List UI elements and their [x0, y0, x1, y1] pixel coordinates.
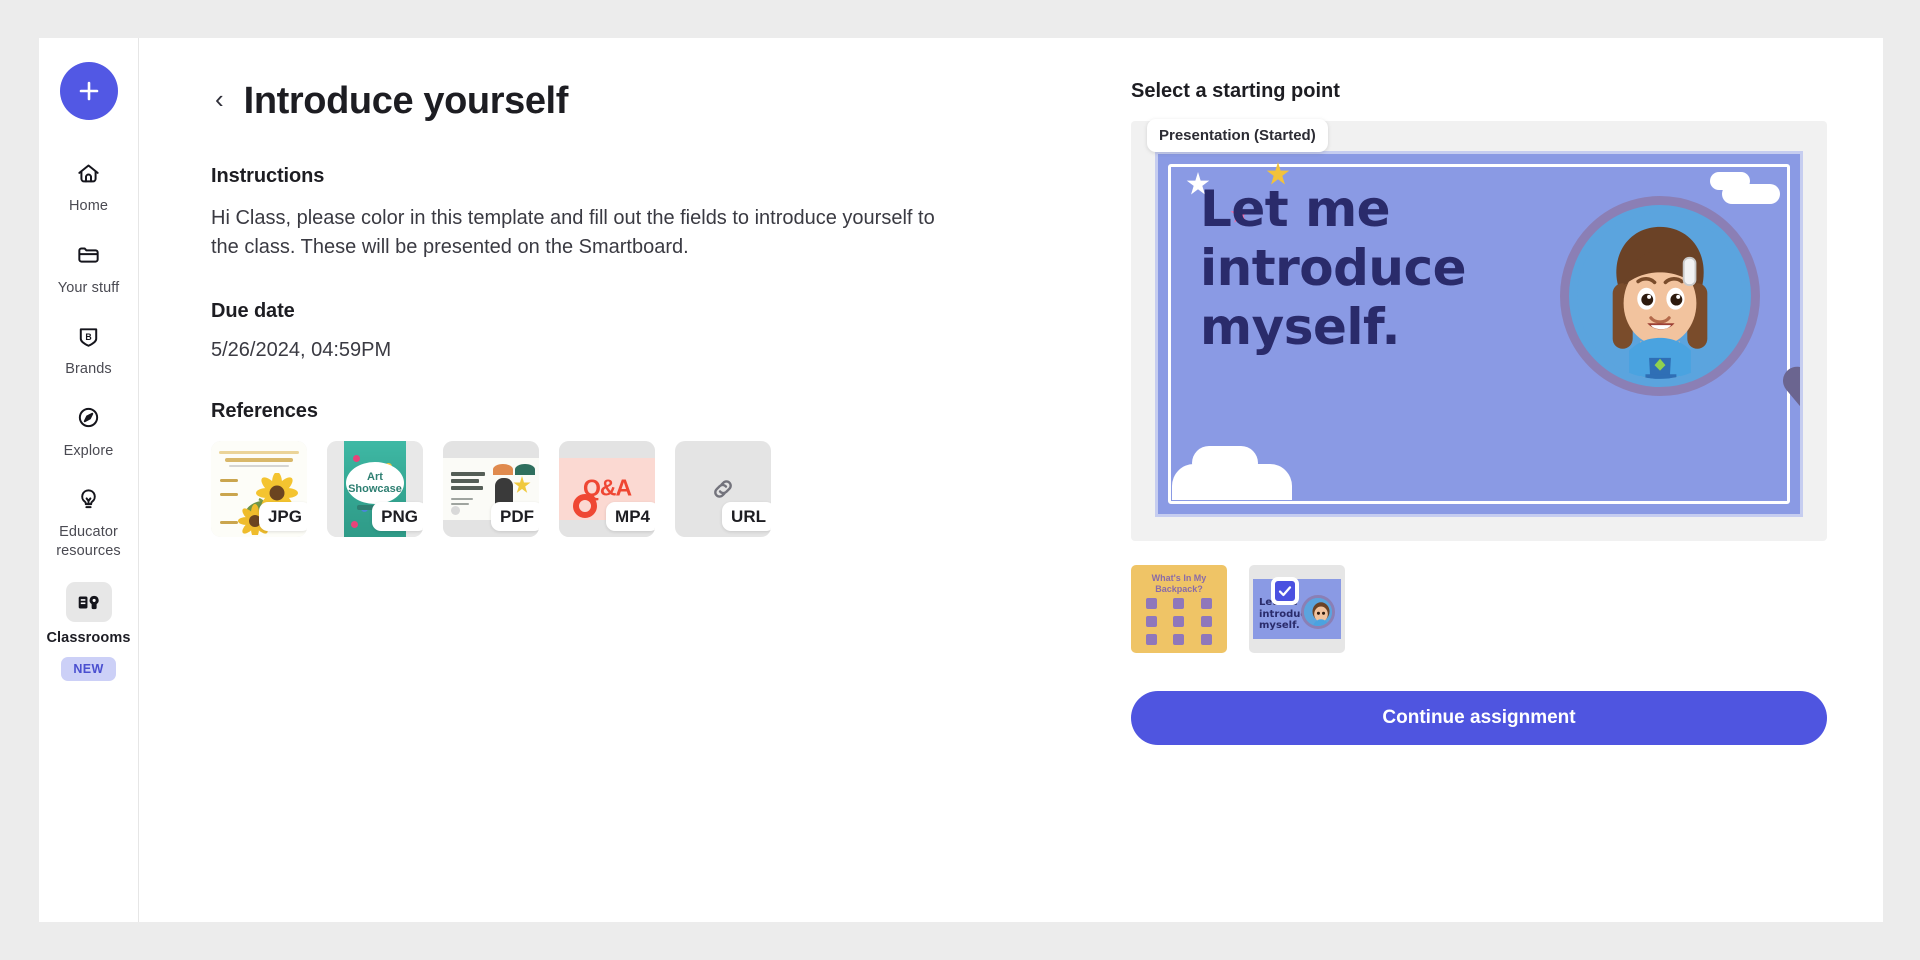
sidebar-item-explore[interactable]: Explore — [43, 395, 135, 463]
sidebar-item-home[interactable]: Home — [43, 150, 135, 218]
plus-icon — [79, 81, 98, 101]
slide-thumbnail-title: What's In My Backpack? — [1151, 573, 1207, 594]
magnifier-illustration — [1560, 196, 1800, 470]
brand-shield-icon: B — [68, 319, 110, 353]
cloud-decor-2 — [1710, 172, 1750, 190]
reference-type-label: PDF — [491, 502, 539, 531]
sidebar-item-your-stuff[interactable]: Your stuff — [43, 232, 135, 300]
create-button[interactable] — [59, 62, 118, 120]
png-thumbnail-title: Art Showcase — [348, 471, 402, 496]
home-icon — [68, 156, 110, 190]
sidebar: Home Your stuff B Brands Explore Educato… — [39, 38, 139, 922]
slide-preview-container: Presentation (Started) Let me introduce … — [1131, 119, 1827, 541]
cloud-decor-4 — [1192, 446, 1258, 480]
sidebar-item-label: Educator resources — [56, 524, 121, 559]
reference-card-mp4[interactable]: Q&A MP4 — [559, 441, 655, 537]
continue-assignment-button[interactable]: Continue assignment — [1131, 691, 1827, 745]
reference-card-url[interactable]: URL — [675, 441, 771, 537]
starting-point-heading: Select a starting point — [1131, 80, 1340, 102]
sidebar-item-brands[interactable]: B Brands — [43, 313, 135, 381]
compass-icon — [68, 401, 110, 435]
sidebar-item-label: Explore — [63, 442, 114, 459]
new-badge: NEW — [61, 656, 116, 681]
reference-card-png[interactable]: Art Showcase PNG — [327, 441, 423, 537]
sidebar-item-label: Your stuff — [57, 279, 120, 296]
reference-type-label: JPG — [258, 502, 307, 531]
due-date-heading: Due date — [211, 300, 295, 322]
page-header: ‹ Introduce yourself — [211, 80, 1091, 123]
reference-card-jpg[interactable]: JPG — [211, 441, 307, 537]
main-content: ‹ Introduce yourself Instructions Hi Cla… — [139, 38, 1883, 922]
slide-preview[interactable]: Let me introduce myself. — [1155, 151, 1803, 517]
app-window: Home Your stuff B Brands Explore Educato… — [39, 38, 1883, 922]
sidebar-item-classrooms[interactable]: Classrooms NEW — [43, 576, 135, 683]
mp4-thumbnail-title: Q&A — [582, 474, 632, 501]
svg-text:B: B — [85, 332, 91, 342]
slide-title-text: Let me introduce myself. — [1200, 180, 1467, 356]
instructions-body: Hi Class, please color in this template … — [211, 207, 935, 258]
due-date-value: 5/26/2024, 04:59PM — [211, 339, 392, 361]
presentation-status-badge: Presentation (Started) — [1147, 119, 1328, 152]
screen-root: Home Your stuff B Brands Explore Educato… — [0, 0, 1920, 960]
sidebar-item-label: Classrooms — [46, 630, 131, 647]
reference-card-pdf[interactable]: PDF — [443, 441, 539, 537]
link-icon — [714, 480, 732, 498]
references-list: JPG Art Showcase PNG PDF Q&A MP4 URL — [211, 441, 1091, 537]
slide-thumbnail-list: What's In My Backpack? Let me introduce … — [1131, 565, 1827, 653]
lightbulb-icon — [68, 482, 110, 516]
sidebar-item-label: Brands — [65, 361, 112, 378]
reference-type-label: URL — [722, 502, 771, 531]
classroom-icon — [65, 582, 112, 623]
reference-type-label: MP4 — [606, 502, 655, 531]
slide-thumbnail-introduce[interactable]: Let me introduce myself. — [1249, 565, 1345, 653]
folder-icon — [68, 238, 110, 272]
starting-point-column: Select a starting point Presentation (St… — [1131, 80, 1827, 922]
slide-thumbnail-backpack[interactable]: What's In My Backpack? — [1131, 565, 1227, 653]
assignment-details-column: ‹ Introduce yourself Instructions Hi Cla… — [211, 80, 1091, 922]
sidebar-item-educator-resources[interactable]: Educator resources — [43, 476, 135, 562]
sidebar-item-label: Home — [68, 198, 109, 214]
references-heading: References — [211, 400, 318, 422]
selected-check-icon — [1271, 577, 1299, 605]
reference-type-label: PNG — [372, 502, 423, 531]
instructions-heading: Instructions — [211, 165, 325, 187]
back-button[interactable]: ‹ — [211, 84, 228, 114]
page-title: Introduce yourself — [243, 80, 569, 122]
